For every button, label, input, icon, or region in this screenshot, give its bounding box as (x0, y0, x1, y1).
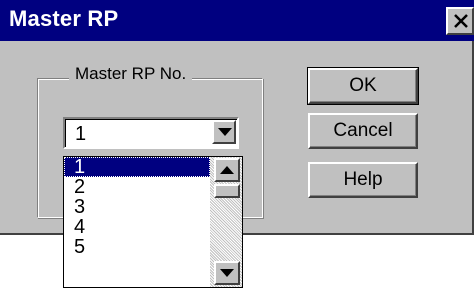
group-label: Master RP No. (69, 64, 193, 84)
ok-button[interactable]: OK (307, 67, 419, 105)
master-rp-no-combobox[interactable]: 1 (63, 117, 239, 149)
title-bar[interactable]: Master RP (0, 0, 474, 41)
list-item[interactable]: 5 (64, 237, 210, 257)
scroll-thumb[interactable] (214, 184, 240, 198)
dropdown-items: 1 2 3 4 5 (64, 157, 210, 257)
scroll-down-button[interactable] (214, 261, 240, 285)
window-title: Master RP (9, 6, 119, 31)
scroll-up-button[interactable] (214, 158, 240, 182)
vertical-scrollbar[interactable] (210, 157, 242, 287)
chevron-down-icon (220, 269, 234, 277)
combobox-value: 1 (75, 123, 87, 145)
dropdown-button[interactable] (212, 120, 236, 144)
close-icon (454, 14, 468, 28)
cancel-button[interactable]: Cancel (308, 113, 418, 149)
chevron-up-icon (220, 166, 234, 174)
close-button[interactable] (446, 7, 474, 35)
list-item[interactable]: 3 (64, 197, 210, 217)
help-button[interactable]: Help (308, 162, 418, 198)
dropdown-list[interactable]: 1 2 3 4 5 (63, 156, 243, 288)
list-item[interactable]: 2 (64, 177, 210, 197)
list-item[interactable]: 1 (64, 157, 210, 177)
chevron-down-icon (218, 128, 232, 136)
list-item[interactable]: 4 (64, 217, 210, 237)
